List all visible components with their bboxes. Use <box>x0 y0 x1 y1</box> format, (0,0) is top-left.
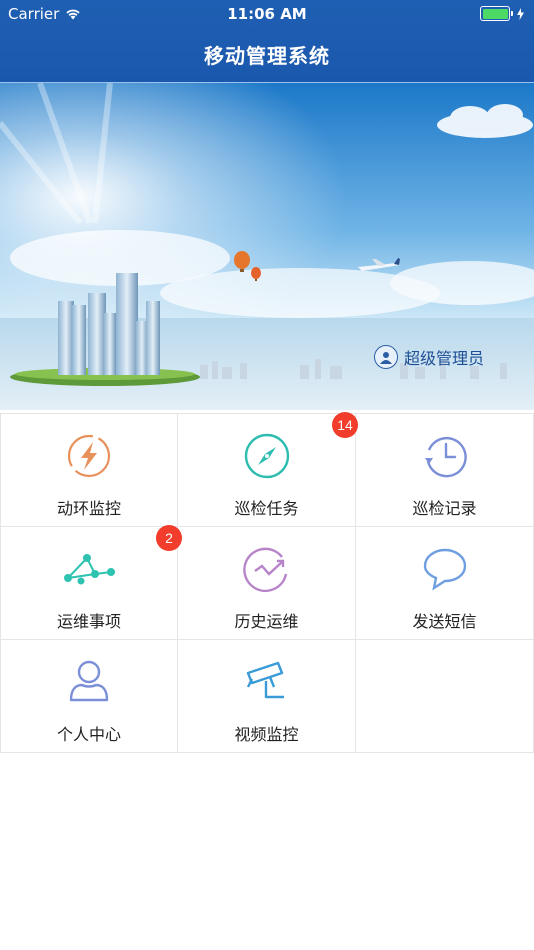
network-nodes-icon <box>64 554 115 585</box>
status-bar: Carrier 11:06 AM <box>0 0 534 28</box>
menu-item-personal-center[interactable]: 个人中心 <box>0 640 178 753</box>
menu-item-operations-items[interactable]: 运维事项 2 <box>0 525 182 640</box>
trend-chart-icon <box>242 547 287 593</box>
user-role-label: 超级管理员 <box>403 349 484 368</box>
menu-item-inspection-tasks[interactable]: 巡检任务 14 <box>178 412 358 527</box>
notification-badge: 14 <box>332 412 358 438</box>
avatar-icon <box>373 345 398 369</box>
menu-item-label: 历史运维 <box>234 612 299 631</box>
menu-item-label: 发送短信 <box>412 612 477 631</box>
user-icon <box>69 660 109 702</box>
menu-item-send-sms[interactable]: 发送短信 <box>356 527 534 640</box>
page-title: 移动管理系统 <box>204 44 330 68</box>
menu-item-maintenance-history[interactable]: 历史运维 <box>178 527 356 640</box>
function-menu-grid: 动环监控 巡检任务 14 巡检记录 运维事项 2 历史运维 发送短信 个人中心 … <box>0 412 534 754</box>
battery-icon <box>480 6 513 21</box>
banner-image: 超级管理员 <box>0 83 534 410</box>
lightning-icon <box>67 434 111 478</box>
empty-grid-cell <box>356 640 534 753</box>
clock: 11:06 AM <box>227 5 307 23</box>
menu-item-label: 个人中心 <box>56 725 121 744</box>
menu-item-inspection-records[interactable]: 巡检记录 <box>356 414 534 527</box>
menu-item-label: 巡检记录 <box>412 499 477 518</box>
menu-item-label: 运维事项 <box>56 612 121 631</box>
history-clock-icon <box>424 436 467 478</box>
menu-item-label: 巡检任务 <box>234 499 299 518</box>
menu-item-label: 动环监控 <box>56 499 121 518</box>
battery-indicator <box>480 6 524 21</box>
chat-bubble-icon <box>423 548 466 591</box>
menu-item-environment-monitoring[interactable]: 动环监控 <box>0 414 178 527</box>
camera-icon <box>246 661 284 699</box>
menu-item-video-monitoring[interactable]: 视频监控 <box>178 640 356 753</box>
compass-icon <box>244 433 289 479</box>
navigation-header: Carrier 11:06 AM 移动管理系统 <box>0 0 534 83</box>
user-role-indicator[interactable]: 超级管理员 <box>373 345 484 369</box>
charging-bolt-icon <box>517 7 524 20</box>
menu-item-label: 视频监控 <box>234 725 299 744</box>
